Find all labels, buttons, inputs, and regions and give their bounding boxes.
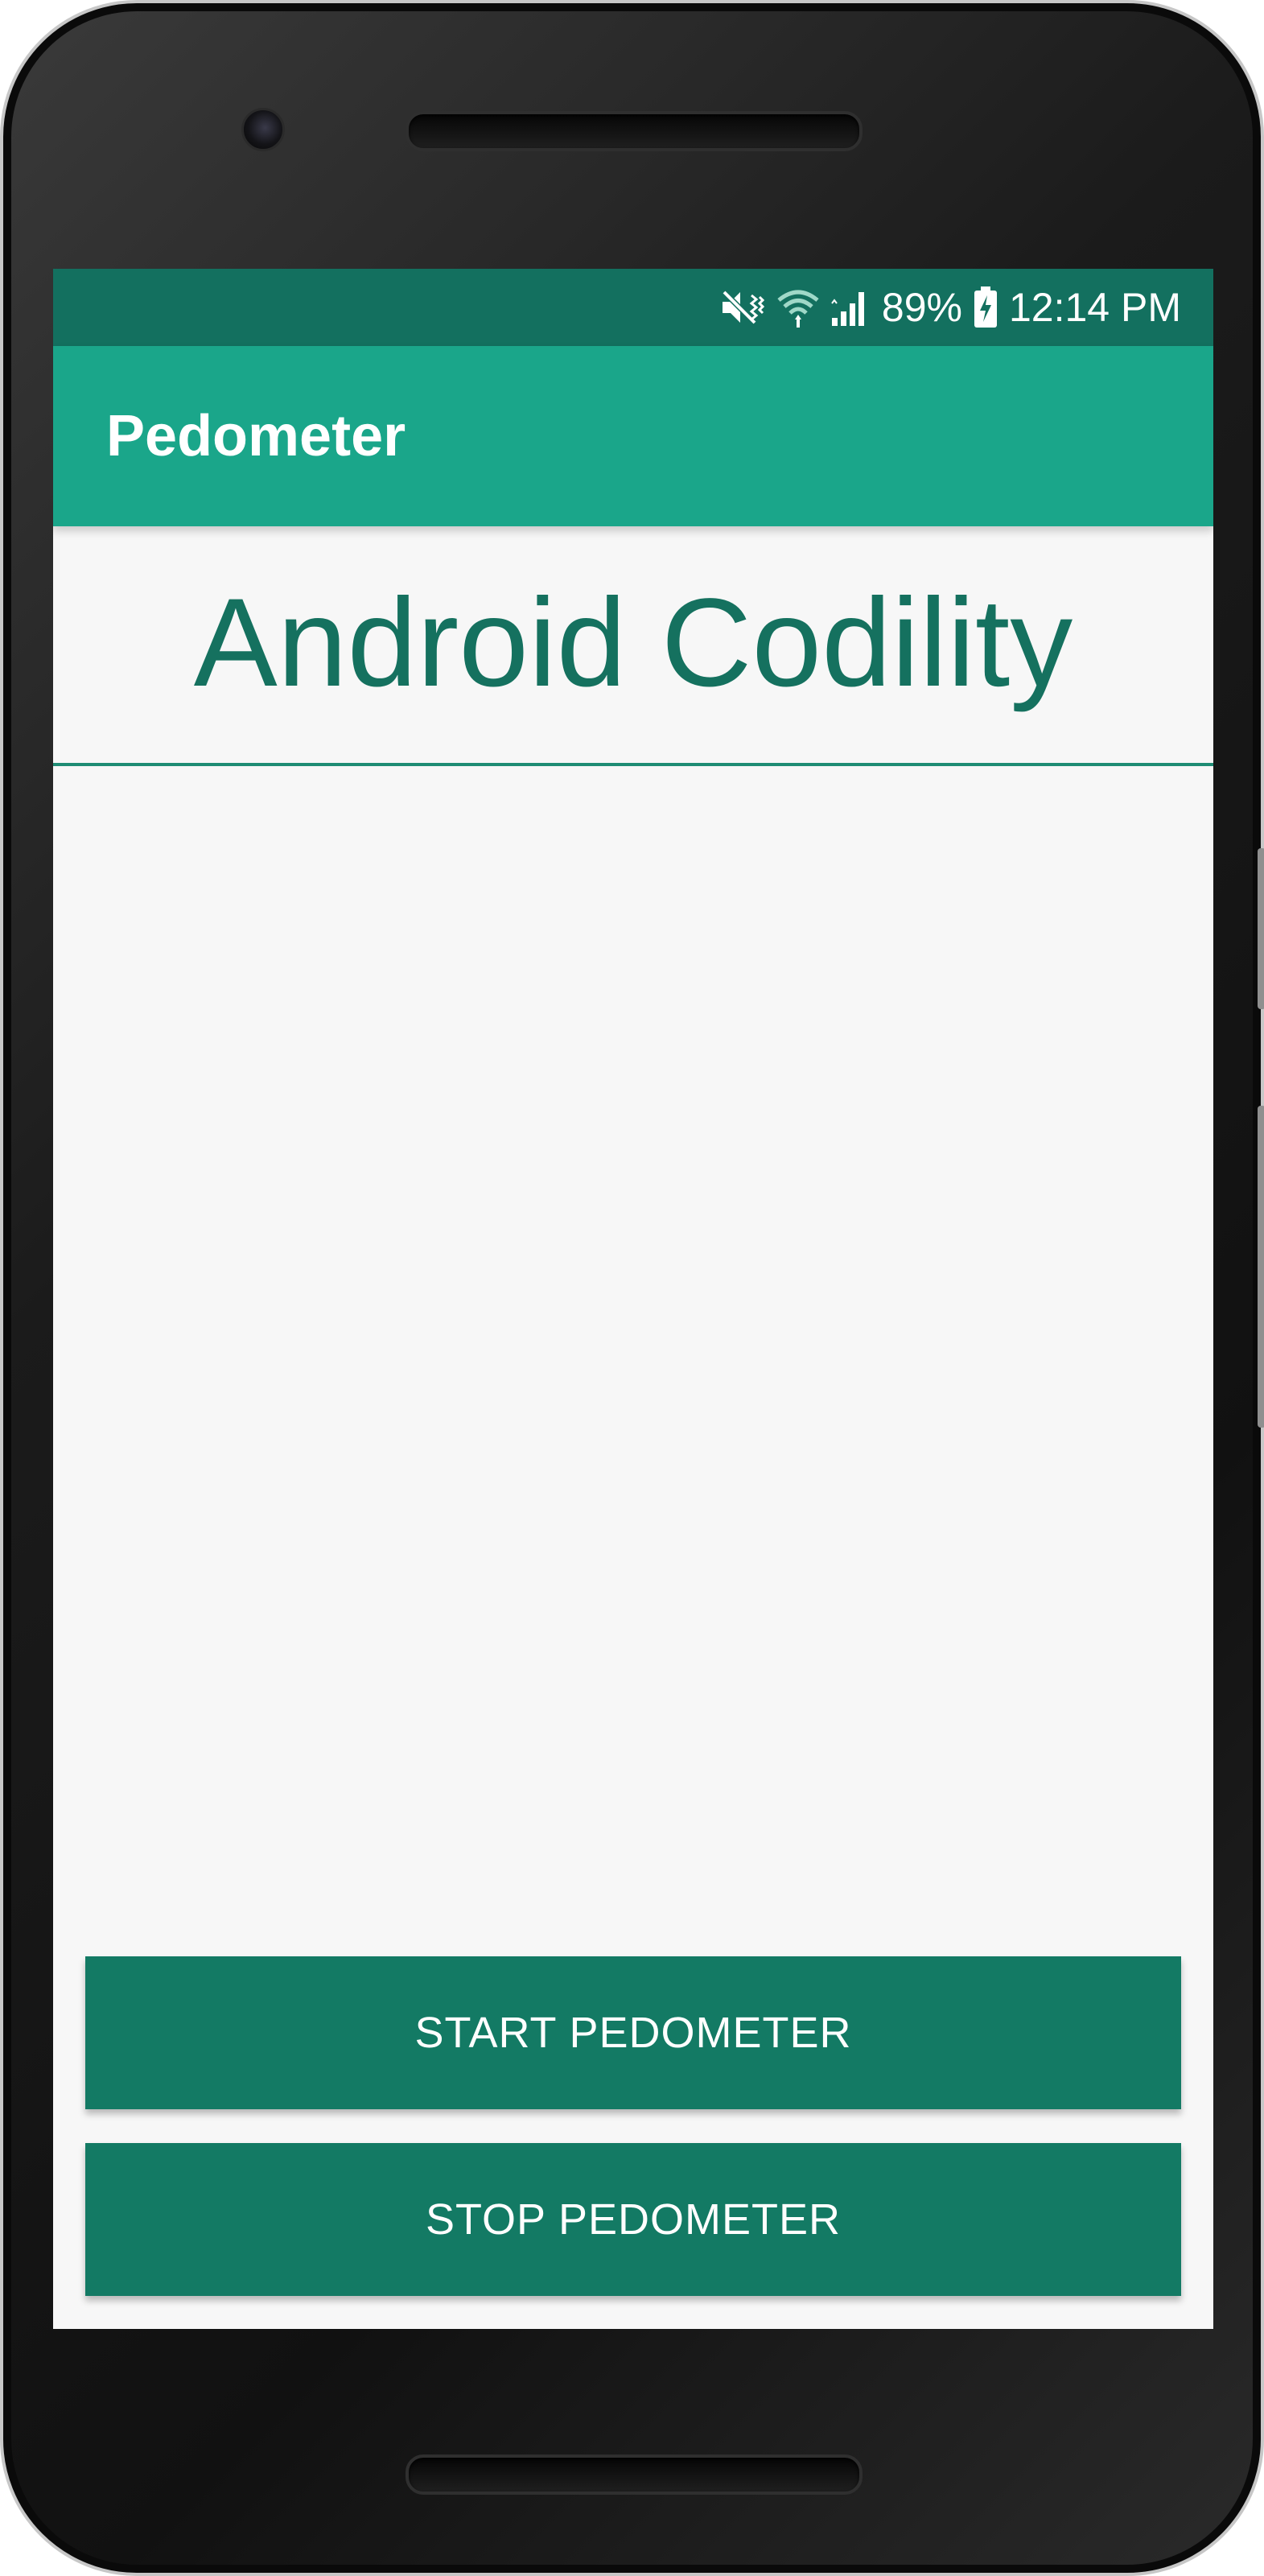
wifi-icon bbox=[777, 287, 819, 328]
stop-pedometer-button[interactable]: STOP PEDOMETER bbox=[85, 2143, 1181, 2296]
volume-button bbox=[1258, 848, 1264, 1009]
earpiece-speaker bbox=[406, 111, 863, 151]
app-title: Pedometer bbox=[106, 404, 406, 468]
bottom-speaker bbox=[406, 2454, 863, 2495]
phone-frame: 89% 12:14 PM Pedometer Android Codility … bbox=[0, 0, 1264, 2576]
app-screen: 89% 12:14 PM Pedometer Android Codility … bbox=[53, 269, 1213, 2329]
heading-divider bbox=[53, 763, 1213, 766]
battery-charging-icon bbox=[974, 286, 998, 328]
status-bar: 89% 12:14 PM bbox=[53, 269, 1213, 346]
app-toolbar: Pedometer bbox=[53, 346, 1213, 526]
front-camera bbox=[241, 108, 285, 151]
status-time: 12:14 PM bbox=[1008, 285, 1181, 330]
signal-icon bbox=[830, 287, 871, 328]
power-button bbox=[1258, 1106, 1264, 1428]
page-heading: Android Codility bbox=[193, 573, 1073, 713]
battery-percent: 89% bbox=[881, 285, 962, 330]
mute-vibrate-icon bbox=[719, 287, 766, 328]
start-pedometer-button[interactable]: START PEDOMETER bbox=[85, 1956, 1181, 2109]
status-icons: 89% 12:14 PM bbox=[719, 269, 1181, 346]
